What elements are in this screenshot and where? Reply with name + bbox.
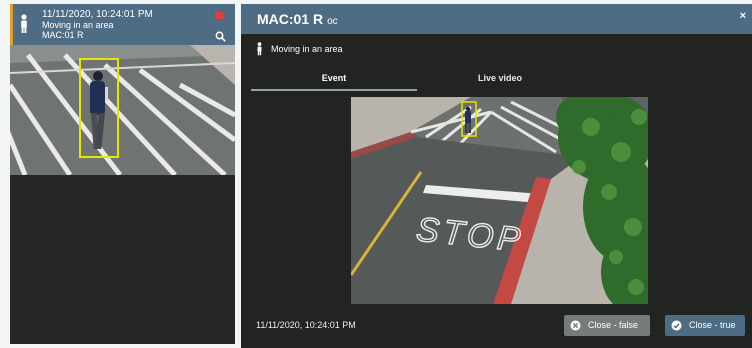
tab-live-video[interactable]: Live video [417, 68, 583, 89]
event-modal: MAC:01 Roc × Moving in an area Event Liv… [241, 4, 752, 348]
modal-title: MAC:01 Roc [257, 11, 338, 27]
tab-event[interactable]: Event [251, 68, 417, 91]
event-video-frame[interactable]: STOP [351, 97, 648, 304]
close-true-button[interactable]: Close - true [665, 315, 745, 336]
close-circle-icon [570, 320, 581, 331]
close-false-button[interactable]: Close - false [564, 315, 650, 336]
event-card-type: Moving in an area [42, 20, 114, 30]
close-false-label: Close - false [588, 320, 639, 330]
modal-title-camera: MAC:01 R [257, 11, 324, 27]
person-icon [21, 14, 27, 33]
close-icon[interactable]: × [740, 10, 746, 22]
search-icon[interactable] [215, 31, 226, 42]
modal-footer-timestamp: 11/11/2020, 10:24:01 PM [256, 320, 356, 330]
modal-event-type: Moving in an area [271, 44, 343, 54]
flag-icon[interactable] [214, 11, 226, 20]
event-card[interactable]: 11/11/2020, 10:24:01 PM Moving in an are… [10, 4, 235, 344]
modal-header: MAC:01 Roc × [241, 4, 752, 34]
event-card-header[interactable]: 11/11/2020, 10:24:01 PM Moving in an are… [10, 4, 235, 45]
person-icon [257, 42, 262, 56]
close-true-label: Close - true [689, 320, 736, 330]
check-circle-icon [671, 320, 682, 331]
event-thumbnail[interactable] [10, 45, 235, 175]
event-card-camera: MAC:01 R [42, 30, 84, 40]
event-card-timestamp: 11/11/2020, 10:24:01 PM [42, 9, 153, 20]
modal-title-suffix: oc [327, 16, 338, 27]
modal-tabs: Event Live video [251, 68, 731, 91]
event-card-accent [10, 4, 13, 45]
